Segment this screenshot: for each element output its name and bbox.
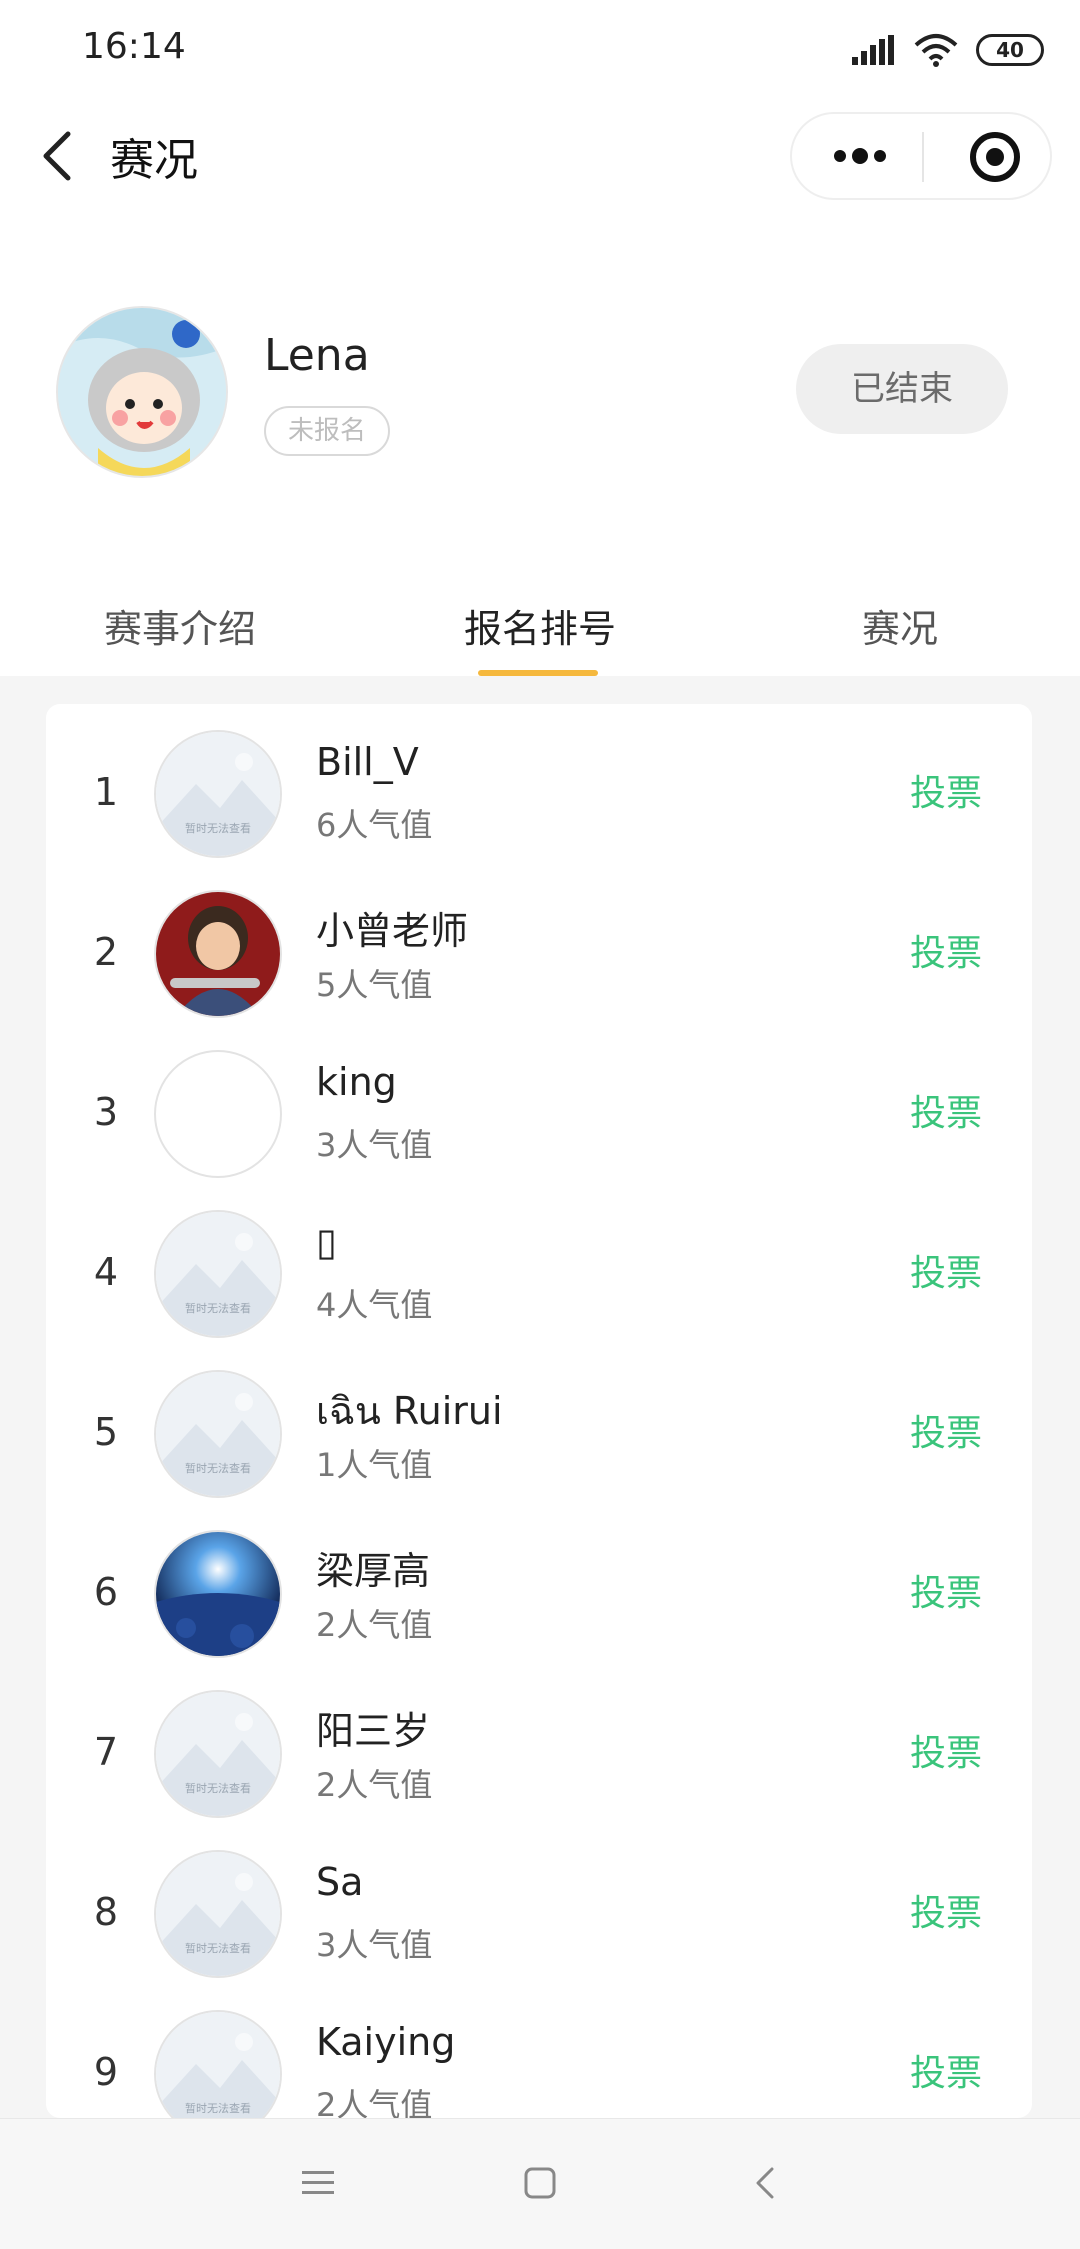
popularity-value: 2人气值	[316, 1606, 433, 1644]
placeholder-caption: 暂时无法查看	[185, 1941, 251, 1955]
user-name: Bill_V	[316, 740, 419, 784]
back-arrow-icon[interactable]	[34, 126, 84, 186]
user-avatar[interactable]	[154, 1530, 282, 1658]
back-icon[interactable]	[746, 2163, 786, 2203]
popularity-value: 3人气值	[316, 1926, 433, 1964]
rank-number: 3	[93, 1090, 119, 1134]
rank-number: 5	[93, 1410, 119, 1454]
status-bar: 16:14 40	[0, 0, 1080, 96]
profile-avatar	[56, 306, 228, 478]
popularity-value: 6人气值	[316, 806, 433, 844]
tab-match-status[interactable]: 赛况	[862, 598, 938, 653]
popularity-value: 3人气值	[316, 1126, 433, 1164]
ranking-row: 5 暂时无法查看 เฉิน Ruirui 1人气值 投票	[46, 1354, 1032, 1514]
user-name: 小曾老师	[316, 909, 469, 953]
popularity-value: 2人气值	[316, 1766, 433, 1804]
ranking-row: 3 king 3人气值 投票	[46, 1034, 1032, 1194]
ranking-row: 6 梁厚高 2人气值 投票	[46, 1514, 1032, 1674]
user-avatar[interactable]: 暂时无法查看	[154, 2010, 282, 2118]
user-avatar[interactable]: 暂时无法查看	[154, 1690, 282, 1818]
placeholder-caption: 暂时无法查看	[185, 1301, 251, 1315]
popularity-value: 5人气值	[316, 966, 433, 1004]
nav-bar: 赛况	[0, 96, 1080, 216]
image-placeholder-icon: 暂时无法查看	[156, 1212, 280, 1336]
tab-event-intro[interactable]: 赛事介绍	[104, 598, 256, 653]
placeholder-caption: 暂时无法查看	[185, 1461, 251, 1475]
rank-number: 1	[93, 770, 119, 814]
rank-number: 6	[93, 1570, 119, 1614]
user-name: 阳三岁	[316, 1709, 431, 1753]
system-nav-bar	[0, 2118, 1080, 2249]
ranking-list: 1 暂时无法查看 Bill_V 6人气值 投票 2 小曾老师 5人气值 投票 3 king 3人气值投…	[46, 704, 1032, 2118]
user-avatar[interactable]: 暂时无法查看	[154, 1370, 282, 1498]
image-placeholder-icon: 暂时无法查看	[156, 732, 280, 856]
popularity-value: 4人气值	[316, 1286, 433, 1324]
more-icon[interactable]	[830, 136, 890, 176]
profile-name: Lena	[264, 330, 370, 381]
popularity-value: 1人气值	[316, 1446, 433, 1484]
rank-number: 2	[93, 930, 119, 974]
signal-icon	[852, 35, 894, 65]
registration-status-badge: 未报名	[264, 406, 390, 456]
user-avatar[interactable]: 暂时无法查看	[154, 1210, 282, 1338]
rank-number: 9	[93, 2050, 119, 2094]
user-avatar[interactable]: 暂时无法查看	[154, 1850, 282, 1978]
cartoon-guitar-avatar-icon	[156, 892, 280, 1016]
status-icons: 40	[852, 30, 1044, 70]
popularity-value: 2人气值	[316, 2086, 433, 2118]
user-name: Sa	[316, 1860, 364, 1904]
profile-header: Lena 未报名 已结束	[0, 216, 1080, 556]
vote-button[interactable]: 投票	[910, 1404, 982, 1456]
menu-icon[interactable]	[298, 2163, 338, 2203]
placeholder-caption: 暂时无法查看	[185, 2101, 251, 2115]
capsule-divider	[922, 132, 924, 182]
ranking-row: 7 暂时无法查看 阳三岁 2人气值 投票	[46, 1674, 1032, 1834]
rank-number: 7	[93, 1730, 119, 1774]
vote-button[interactable]: 投票	[910, 1244, 982, 1296]
vote-button[interactable]: 投票	[910, 764, 982, 816]
rank-number: 4	[93, 1250, 119, 1294]
close-target-icon[interactable]	[968, 130, 1022, 184]
image-placeholder-icon: 暂时无法查看	[156, 1372, 280, 1496]
cartoon-girl-avatar-icon	[58, 308, 226, 476]
image-placeholder-icon: 暂时无法查看	[156, 1692, 280, 1816]
user-avatar[interactable]	[154, 890, 282, 1018]
user-name: ▯	[316, 1220, 337, 1264]
image-placeholder-icon: 暂时无法查看	[156, 1852, 280, 1976]
vote-button[interactable]: 投票	[910, 1564, 982, 1616]
ranking-row: 4 暂时无法查看 ▯ 4人气值 投票	[46, 1194, 1032, 1354]
space-scene-avatar-icon	[156, 1532, 280, 1656]
ranking-row: 8 暂时无法查看 Sa 3人气值 投票	[46, 1834, 1032, 1994]
vote-button[interactable]: 投票	[910, 1084, 982, 1136]
mini-program-capsule	[790, 112, 1052, 200]
user-name: king	[316, 1060, 397, 1104]
wifi-icon	[914, 34, 958, 67]
home-icon[interactable]	[520, 2163, 560, 2203]
battery-icon: 40	[976, 34, 1044, 66]
rank-number: 8	[93, 1890, 119, 1934]
tab-registration-ranking[interactable]: 报名排号	[464, 598, 616, 653]
status-time: 16:14	[82, 26, 186, 67]
user-avatar[interactable]: 暂时无法查看	[154, 730, 282, 858]
user-name: 梁厚高	[316, 1549, 431, 1593]
ranking-row: 2 小曾老师 5人气值 投票	[46, 874, 1032, 1034]
user-name: Kaiying	[316, 2020, 456, 2064]
vote-button[interactable]: 投票	[910, 2044, 982, 2096]
image-placeholder-icon: 暂时无法查看	[156, 2012, 280, 2118]
user-avatar[interactable]	[154, 1050, 282, 1178]
placeholder-caption: 暂时无法查看	[185, 1781, 251, 1795]
placeholder-caption: 暂时无法查看	[185, 821, 251, 835]
ranking-row: 1 暂时无法查看 Bill_V 6人气值 投票	[46, 714, 1032, 874]
user-name: เฉิน Ruirui	[316, 1389, 503, 1433]
tab-bar: 赛事介绍 报名排号 赛况	[0, 556, 1080, 676]
ended-button[interactable]: 已结束	[796, 344, 1008, 434]
ranking-row: 9 暂时无法查看 Kaiying 2人气值 投票	[46, 1994, 1032, 2118]
vote-button[interactable]: 投票	[910, 924, 982, 976]
vote-button[interactable]: 投票	[910, 1724, 982, 1776]
page-title: 赛况	[110, 135, 198, 186]
vote-button[interactable]: 投票	[910, 1884, 982, 1936]
